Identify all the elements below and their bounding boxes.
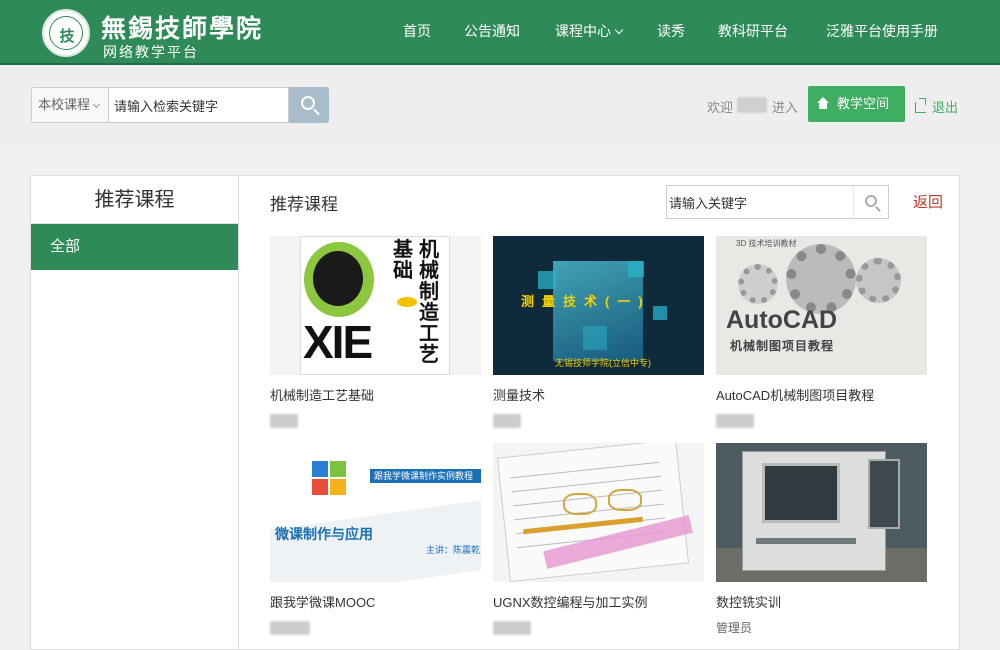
section-title: 推荐课程 — [270, 195, 338, 214]
sidebar-title: 推荐课程 — [31, 176, 238, 224]
home-icon — [816, 97, 830, 109]
course-title[interactable]: UGNX数控编程与加工实例 — [493, 592, 648, 611]
school-logo-seal[interactable]: 技 — [42, 9, 90, 57]
category-sidebar: 推荐课程 全部 — [31, 176, 239, 650]
cover-text: 无锡技师学院(立信中专) — [555, 358, 651, 368]
cover-text: 3D 技术培训教材 — [736, 239, 797, 248]
course-title[interactable]: 机械制造工艺基础 — [270, 385, 374, 404]
cover-text: 机械制图项目教程 — [730, 339, 835, 353]
blurred-teacher-name — [270, 621, 310, 635]
nav-announcements[interactable]: 公告通知 — [464, 0, 520, 65]
cover-text: 机械制造工艺 — [419, 237, 439, 366]
course-cover-image[interactable] — [493, 443, 704, 582]
chevron-down-icon — [92, 100, 101, 109]
nav-duxiu[interactable]: 读秀 — [657, 0, 685, 65]
book-cover: XIE 机械制造工艺 基础 — [300, 236, 450, 375]
platform-name: 网络教学平台 — [103, 44, 199, 60]
course-card: 数控铣实训 管理员 — [716, 443, 927, 635]
nav-research-platform[interactable]: 教科研平台 — [718, 0, 788, 65]
course-cover-image[interactable]: XIE 机械制造工艺 基础 — [270, 236, 481, 375]
course-card: 3D 技术培训教材 AutoCAD 机械制图项目教程 AutoCAD机械制图项目… — [716, 236, 927, 428]
cover-text: 跟我学微课制作实例教程 — [374, 471, 474, 481]
cover-text: 微课制作与应用 — [275, 526, 373, 542]
blurred-teacher-name — [270, 414, 298, 428]
course-cover-image[interactable]: 测量技术(一) 无锡技师学院(立信中专) — [493, 236, 704, 375]
search-button[interactable] — [289, 87, 329, 123]
course-cover-image[interactable]: 3D 技术培训教材 AutoCAD 机械制图项目教程 — [716, 236, 927, 375]
chevron-down-icon — [614, 25, 624, 35]
search-input[interactable] — [108, 87, 289, 123]
teaching-space-label: 教学空间 — [837, 96, 890, 111]
cover-text: 基础 — [393, 237, 413, 282]
cover-text: XIE — [303, 316, 373, 368]
top-header: 技 無錫技師學院 网络教学平台 首页 公告通知 课程中心 读秀 教科研平台 泛雅… — [0, 0, 1000, 65]
logout-label: 退出 — [932, 100, 959, 115]
welcome-text: 欢迎 — [707, 100, 734, 115]
course-title[interactable]: 跟我学微课MOOC — [270, 592, 375, 611]
course-panel: 推荐课程 全部 推荐课程 返回 XIE 机械制造工艺 基础 机械制造工艺基础 测… — [30, 175, 960, 650]
cover-text: 主讲：陈震乾 — [426, 545, 481, 555]
course-search-button[interactable] — [853, 185, 889, 219]
nav-course-center[interactable]: 课程中心 — [555, 0, 624, 65]
course-card: 测量技术(一) 无锡技师学院(立信中专) 测量技术 — [493, 236, 704, 428]
logout-link[interactable]: 退出 — [915, 97, 958, 116]
course-card: XIE 机械制造工艺 基础 机械制造工艺基础 — [270, 236, 481, 428]
blurred-teacher-name — [493, 621, 531, 635]
seal-glyph: 技 — [59, 27, 75, 45]
search-icon — [301, 96, 315, 110]
nav-course-center-label: 课程中心 — [555, 23, 611, 39]
course-card: UGNX数控编程与加工实例 — [493, 443, 704, 635]
search-icon — [865, 195, 877, 207]
cover-text: AutoCAD — [726, 306, 838, 334]
course-teacher: 管理员 — [716, 621, 753, 635]
blurred-teacher-name — [493, 414, 521, 428]
sidebar-item-all[interactable]: 全部 — [31, 224, 238, 270]
nav-home[interactable]: 首页 — [403, 0, 431, 65]
teaching-space-button[interactable]: 教学空间 — [808, 86, 905, 122]
back-link[interactable]: 返回 — [913, 191, 943, 212]
search-scope-select[interactable]: 本校课程 — [31, 87, 108, 123]
course-title[interactable]: 测量技术 — [493, 385, 545, 404]
search-bar-area: 本校课程 欢迎 进入 教学空间 退出 — [0, 67, 1000, 147]
course-title[interactable]: 数控铣实训 — [716, 592, 781, 611]
search-scope-label: 本校课程 — [38, 97, 91, 112]
cover-text: 测量技术(一) — [521, 294, 651, 309]
nav-user-manual[interactable]: 泛雅平台使用手册 — [826, 0, 938, 65]
enter-text: 进入 — [772, 100, 799, 115]
logout-icon — [915, 98, 926, 113]
course-cover-image[interactable] — [716, 443, 927, 582]
school-name[interactable]: 無錫技師學院 — [101, 9, 263, 45]
blurred-username — [737, 97, 767, 113]
course-cover-image[interactable]: 跟我学微课制作实例教程 微课制作与应用 主讲：陈震乾 — [270, 443, 481, 582]
course-search-input[interactable] — [666, 185, 854, 219]
blurred-teacher-name — [716, 414, 754, 428]
course-card: 跟我学微课制作实例教程 微课制作与应用 主讲：陈震乾 跟我学微课MOOC — [270, 443, 481, 635]
course-title[interactable]: AutoCAD机械制图项目教程 — [716, 385, 874, 404]
